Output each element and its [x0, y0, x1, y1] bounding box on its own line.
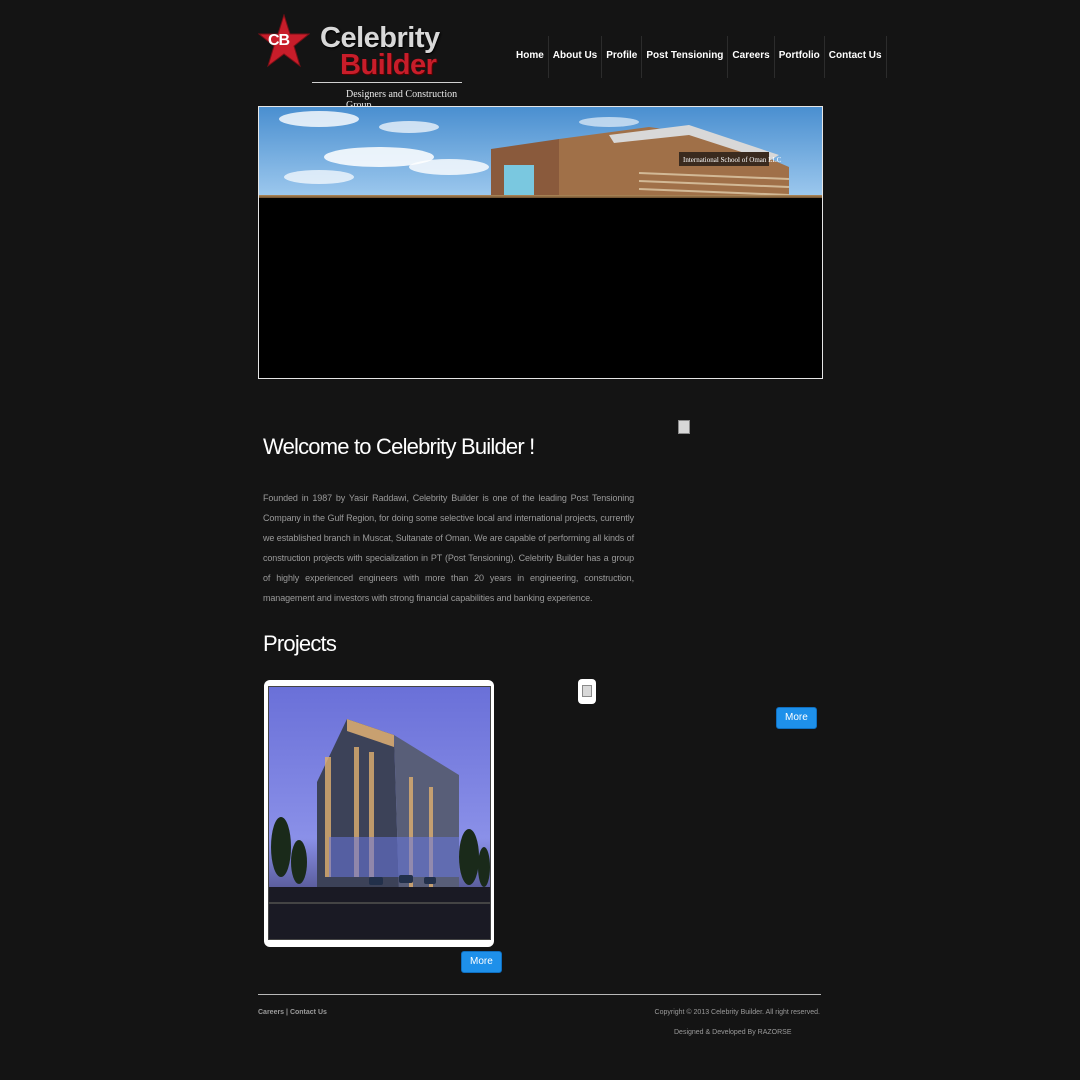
- hero-banner: International School of Oman LLC: [258, 106, 823, 379]
- nav-about-us[interactable]: About Us: [549, 36, 603, 78]
- site-logo[interactable]: CB Celebrity Builder Designers and Const…: [258, 14, 468, 111]
- broken-image-icon: [582, 685, 592, 697]
- logo-initials: CB: [268, 32, 290, 49]
- footer-divider: [258, 994, 821, 995]
- nav-careers[interactable]: Careers: [728, 36, 775, 78]
- footer-links: Careers | Contact Us: [258, 1009, 327, 1016]
- main-nav: Home About Us Profile Post Tensioning Ca…: [512, 36, 887, 78]
- project-card[interactable]: [264, 680, 494, 947]
- broken-image-icon: [678, 420, 690, 434]
- logo-divider: [312, 82, 462, 83]
- projects-heading: Projects: [263, 631, 337, 656]
- page-wrapper: CB Celebrity Builder Designers and Const…: [258, 0, 887, 1080]
- nav-home[interactable]: Home: [512, 36, 549, 78]
- nav-portfolio[interactable]: Portfolio: [775, 36, 825, 78]
- nav-post-tensioning[interactable]: Post Tensioning: [642, 36, 729, 78]
- nav-profile[interactable]: Profile: [602, 36, 643, 78]
- project-building-image: [268, 686, 491, 940]
- welcome-paragraph: Founded in 1987 by Yasir Raddawi, Celebr…: [263, 493, 634, 603]
- footer-link-separator: |: [286, 1009, 288, 1016]
- welcome-heading: Welcome to Celebrity Builder !: [263, 434, 535, 459]
- footer-copyright: Copyright © 2013 Celebrity Builder. All …: [654, 1009, 820, 1016]
- project-more-button[interactable]: More: [461, 951, 502, 973]
- footer-link-careers[interactable]: Careers: [258, 1009, 284, 1016]
- project-more-button-2[interactable]: More: [776, 707, 817, 729]
- logo-title-line2: Builder: [340, 49, 437, 81]
- banner-building-image: International School of Oman LLC: [259, 107, 822, 198]
- nav-contact-us[interactable]: Contact Us: [825, 36, 887, 78]
- footer-link-contact-us[interactable]: Contact Us: [290, 1009, 327, 1016]
- banner-sign-text: International School of Oman LLC: [683, 156, 782, 164]
- footer-credit: Designed & Developed By RAZORSE: [674, 1029, 792, 1036]
- project-thumbnail[interactable]: [578, 679, 596, 704]
